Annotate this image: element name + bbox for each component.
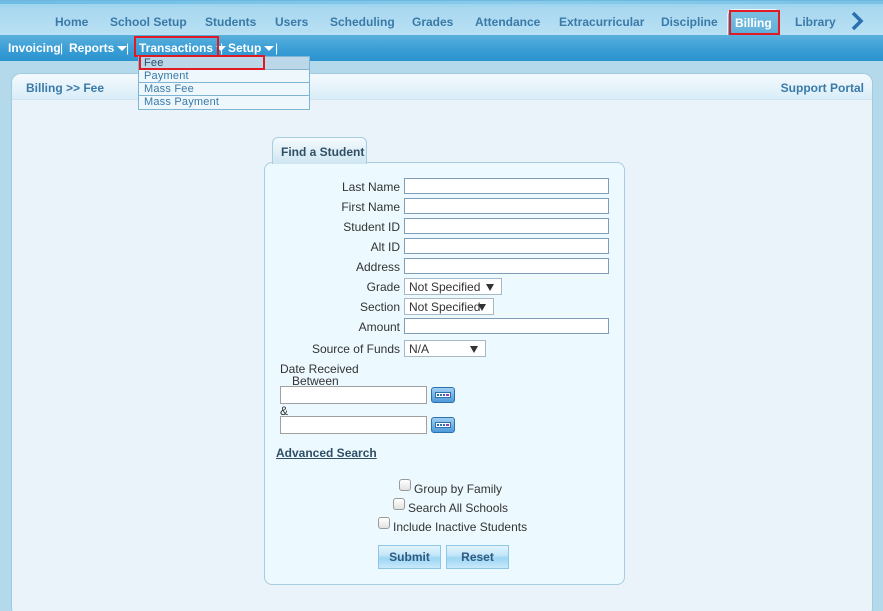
- date-from-input[interactable]: [280, 386, 427, 404]
- address-label: Address: [355, 260, 400, 274]
- subnav-reports[interactable]: Reports: [69, 41, 128, 55]
- amount-input[interactable]: [404, 318, 609, 334]
- source-of-funds-label: Source of Funds: [311, 342, 400, 356]
- amount-label: Amount: [358, 320, 400, 334]
- alt-id-label: Alt ID: [370, 240, 400, 254]
- subnav-invoicing[interactable]: Invoicing: [8, 41, 61, 55]
- nav-discipline[interactable]: Discipline: [661, 15, 718, 29]
- group-by-family-checkbox[interactable]: [399, 479, 411, 491]
- nav-billing[interactable]: Billing: [727, 9, 780, 36]
- menu-item-mass-fee[interactable]: Mass Fee: [139, 83, 309, 96]
- subnav-separator: |: [60, 41, 64, 55]
- nav-scheduling[interactable]: Scheduling: [330, 15, 395, 29]
- calendar-icon[interactable]: [431, 417, 455, 433]
- first-name-label: First Name: [341, 200, 400, 214]
- dropdown-arrow-icon: [478, 304, 486, 311]
- subnav-separator: |: [275, 41, 279, 55]
- last-name-label: Last Name: [341, 180, 400, 194]
- nav-attendance[interactable]: Attendance: [475, 15, 540, 29]
- calendar-icon[interactable]: [431, 387, 455, 403]
- first-name-input[interactable]: [404, 198, 609, 214]
- source-of-funds-select[interactable]: N/A: [404, 340, 486, 357]
- grade-label: Grade: [366, 280, 400, 294]
- student-id-label: Student ID: [343, 220, 400, 234]
- grade-select[interactable]: Not Specified: [404, 278, 502, 295]
- include-inactive-checkbox[interactable]: [378, 517, 390, 529]
- section-select-value: Not Specified: [409, 300, 481, 314]
- source-of-funds-select-value: N/A: [409, 342, 430, 356]
- support-portal-link[interactable]: Support Portal: [781, 81, 864, 95]
- nav-school-setup[interactable]: School Setup: [110, 15, 187, 29]
- submit-button[interactable]: Submit: [378, 545, 441, 569]
- nav-extracurricular[interactable]: Extracurricular: [559, 15, 644, 29]
- group-by-family-label: Group by Family: [414, 482, 503, 496]
- search-all-schools-checkbox[interactable]: [393, 498, 405, 510]
- subnav-separator: |: [220, 41, 224, 55]
- menu-item-payment[interactable]: Payment: [139, 70, 309, 83]
- menu-item-mass-payment[interactable]: Mass Payment: [139, 96, 309, 109]
- caret-down-icon: [264, 46, 275, 52]
- search-all-schools-label: Search All Schools: [408, 501, 509, 515]
- alt-id-input[interactable]: [404, 238, 609, 254]
- breadcrumb: Billing >> Fee: [26, 81, 105, 95]
- subnav-transactions[interactable]: Transactions: [139, 41, 227, 55]
- nav-home[interactable]: Home: [55, 15, 88, 29]
- subnav-setup[interactable]: Setup: [228, 41, 275, 55]
- transactions-dropdown-menu: Fee Payment Mass Fee Mass Payment: [138, 56, 310, 110]
- last-name-input[interactable]: [404, 178, 609, 194]
- advanced-search-link[interactable]: Advanced Search: [276, 446, 377, 460]
- dropdown-arrow-icon: [470, 346, 478, 353]
- subnav-reports-label: Reports: [69, 41, 115, 55]
- subnav-separator: |: [126, 41, 130, 55]
- student-id-input[interactable]: [404, 218, 609, 234]
- top-strip: [0, 1, 883, 4]
- top-nav: Home School Setup Students Users Schedul…: [0, 0, 883, 36]
- menu-item-fee[interactable]: Fee: [139, 57, 309, 70]
- subnav-transactions-label: Transactions: [139, 41, 214, 55]
- nav-grades[interactable]: Grades: [412, 15, 453, 29]
- subnav-setup-label: Setup: [228, 41, 262, 55]
- sub-nav: Invoicing | Reports | Transactions | Set…: [0, 35, 883, 61]
- nav-students[interactable]: Students: [205, 15, 256, 29]
- address-input[interactable]: [404, 258, 609, 274]
- date-to-input[interactable]: [280, 416, 427, 434]
- nav-users[interactable]: Users: [275, 15, 308, 29]
- tab-find-a-student[interactable]: Find a Student: [272, 137, 367, 164]
- include-inactive-label: Include Inactive Students: [393, 520, 528, 534]
- nav-library[interactable]: Library: [795, 15, 836, 29]
- section-select[interactable]: Not Specified: [404, 298, 494, 315]
- section-label: Section: [359, 300, 400, 314]
- chevron-right-icon[interactable]: [850, 11, 864, 31]
- dropdown-arrow-icon: [486, 284, 494, 291]
- reset-button[interactable]: Reset: [446, 545, 509, 569]
- grade-select-value: Not Specified: [409, 280, 481, 294]
